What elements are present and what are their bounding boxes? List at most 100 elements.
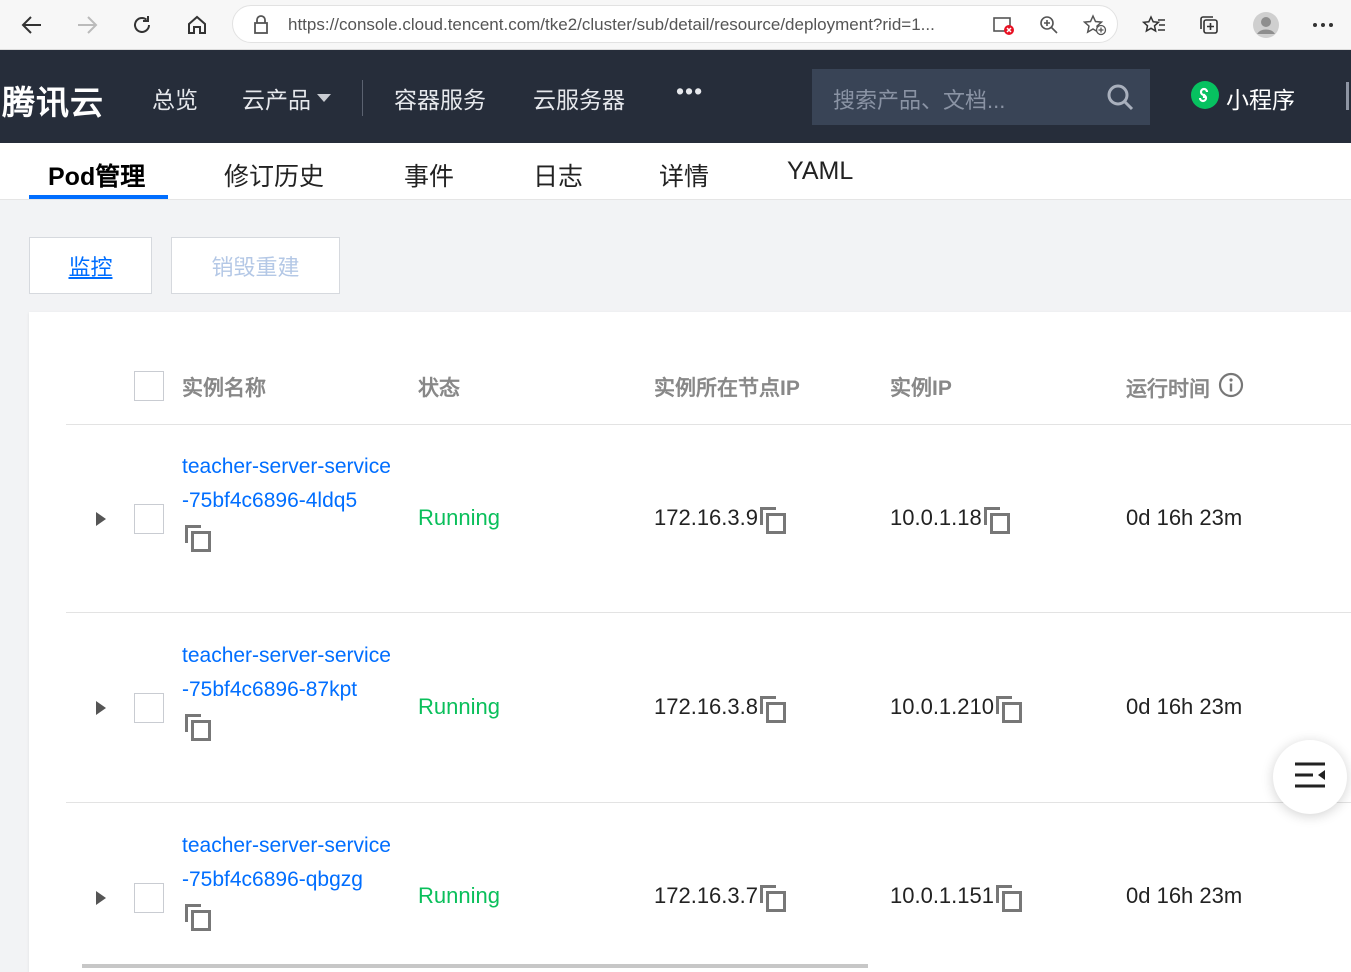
row-divider (66, 612, 1351, 613)
nav-products[interactable]: 云产品 (242, 81, 331, 115)
expand-row-icon[interactable] (96, 512, 106, 526)
active-tab-indicator (29, 195, 168, 199)
pod-ip-cell: 10.0.1.151 (890, 883, 1022, 912)
pod-name-link[interactable]: teacher-server-service-75bf4c6896-87kpt (182, 639, 392, 741)
tab-revision-history[interactable]: 修订历史 (224, 157, 324, 193)
copy-icon[interactable] (983, 507, 1010, 534)
uptime-cell: 0d 16h 23m (1126, 694, 1243, 719)
nav-overview[interactable]: 总览 (152, 81, 198, 115)
column-header-status: 状态 (418, 372, 460, 402)
mini-program-label: 小程序 (1226, 87, 1295, 113)
header-label: 状态 (418, 377, 460, 400)
node-ip-text: 172.16.3.9 (654, 505, 758, 530)
url-text: https://console.cloud.tencent.com/tke2/c… (288, 15, 935, 34)
nav-cvm[interactable]: 云服务器 (533, 81, 625, 115)
horizontal-scrollbar[interactable] (82, 964, 868, 968)
status-running: Running (418, 694, 500, 719)
top-navigation: 腾讯云 总览 云产品 容器服务 云服务器 ••• 搜索产品、文档... 小程序 (0, 50, 1351, 143)
node-ip-cell: 172.16.3.8 (654, 694, 786, 723)
copy-icon[interactable] (995, 696, 1022, 723)
header-label: 运行时间 (1126, 378, 1210, 401)
copy-icon[interactable] (185, 903, 392, 931)
status-running: Running (418, 883, 500, 908)
tab-details[interactable]: 详情 (659, 157, 709, 193)
tab-bar: Pod管理 修订历史 事件 日志 详情 YAML (0, 143, 1351, 200)
floating-menu-button[interactable] (1273, 740, 1347, 814)
row-checkbox[interactable] (134, 883, 164, 913)
back-icon[interactable] (15, 8, 49, 42)
column-header-uptime: 运行时间 (1126, 372, 1244, 404)
search-icon[interactable] (1106, 83, 1134, 116)
node-ip-text: 172.16.3.8 (654, 694, 758, 719)
expand-row-icon[interactable] (96, 701, 106, 715)
refresh-icon[interactable] (125, 8, 159, 42)
monitor-button[interactable]: 监控 (29, 237, 152, 294)
home-icon[interactable] (180, 8, 214, 42)
tab-events[interactable]: 事件 (404, 157, 454, 193)
pod-name-link[interactable]: teacher-server-service-75bf4c6896-qbgzg (182, 829, 392, 931)
collections-icon[interactable] (1192, 8, 1226, 42)
address-bar[interactable]: https://console.cloud.tencent.com/tke2/c… (232, 5, 1118, 43)
nav-edge-divider (1346, 82, 1349, 110)
row-checkbox[interactable] (134, 693, 164, 723)
expand-row-icon[interactable] (96, 891, 106, 905)
copy-icon[interactable] (759, 696, 786, 723)
zoom-icon[interactable] (1039, 15, 1059, 40)
header-divider (66, 424, 1351, 425)
node-ip-text: 172.16.3.7 (654, 883, 758, 908)
info-icon[interactable] (1218, 372, 1244, 404)
column-header-name: 实例名称 (182, 372, 266, 402)
lock-icon (253, 15, 269, 40)
mini-program-link[interactable]: 小程序 (1190, 80, 1295, 116)
select-all-checkbox[interactable] (134, 371, 164, 401)
rebuild-button[interactable]: 销毁重建 (171, 237, 340, 294)
add-favorite-icon[interactable] (1082, 14, 1107, 41)
column-header-pod-ip: 实例IP (890, 372, 952, 402)
search-input[interactable]: 搜索产品、文档... (812, 69, 1150, 125)
header-label: 实例IP (890, 377, 952, 400)
pod-table: 实例名称 状态 实例所在节点IP 实例IP 运行时间 teacher-serve… (29, 312, 1351, 972)
tab-logs[interactable]: 日志 (533, 157, 583, 193)
more-menu-icon[interactable] (1306, 8, 1340, 42)
header-label: 实例所在节点IP (654, 377, 800, 400)
uptime-cell: 0d 16h 23m (1126, 505, 1243, 530)
pod-ip-text: 10.0.1.151 (890, 883, 994, 908)
copy-icon[interactable] (759, 507, 786, 534)
column-header-node-ip: 实例所在节点IP (654, 372, 800, 402)
caret-down-icon (317, 94, 331, 102)
uptime-cell: 0d 16h 23m (1126, 883, 1243, 908)
header-label: 实例名称 (182, 377, 266, 400)
tab-yaml[interactable]: YAML (787, 157, 853, 186)
pod-ip-text: 10.0.1.18 (890, 505, 982, 530)
pod-name-text: teacher-server-service-75bf4c6896-qbgzg (182, 834, 391, 891)
pod-name-text: teacher-server-service-75bf4c6896-87kpt (182, 644, 391, 701)
favorites-icon[interactable] (1137, 8, 1171, 42)
profile-avatar-icon[interactable] (1249, 8, 1283, 42)
mini-program-icon (1190, 80, 1220, 116)
pod-ip-text: 10.0.1.210 (890, 694, 994, 719)
nav-products-label: 云产品 (242, 87, 311, 113)
search-placeholder: 搜索产品、文档... (833, 88, 1006, 113)
pod-ip-cell: 10.0.1.18 (890, 505, 1010, 534)
brand-logo[interactable]: 腾讯云 (2, 76, 104, 124)
node-ip-cell: 172.16.3.9 (654, 505, 786, 534)
copy-icon[interactable] (759, 885, 786, 912)
row-checkbox[interactable] (134, 504, 164, 534)
pod-ip-cell: 10.0.1.210 (890, 694, 1022, 723)
copy-icon[interactable] (995, 885, 1022, 912)
forward-icon[interactable] (70, 8, 104, 42)
pod-name-link[interactable]: teacher-server-service-75bf4c6896-4ldq5 (182, 450, 392, 552)
status-running: Running (418, 505, 500, 530)
nav-divider (362, 80, 363, 116)
blocked-popup-icon[interactable] (993, 16, 1015, 41)
collapse-menu-icon (1293, 761, 1327, 794)
nav-more[interactable]: ••• (676, 78, 703, 105)
row-divider (66, 802, 1351, 803)
pod-name-text: teacher-server-service-75bf4c6896-4ldq5 (182, 455, 391, 512)
node-ip-cell: 172.16.3.7 (654, 883, 786, 912)
copy-icon[interactable] (185, 524, 392, 552)
browser-toolbar: https://console.cloud.tencent.com/tke2/c… (0, 0, 1351, 50)
copy-icon[interactable] (185, 713, 392, 741)
nav-container-service[interactable]: 容器服务 (394, 81, 486, 115)
tab-pod-management[interactable]: Pod管理 (48, 157, 145, 193)
